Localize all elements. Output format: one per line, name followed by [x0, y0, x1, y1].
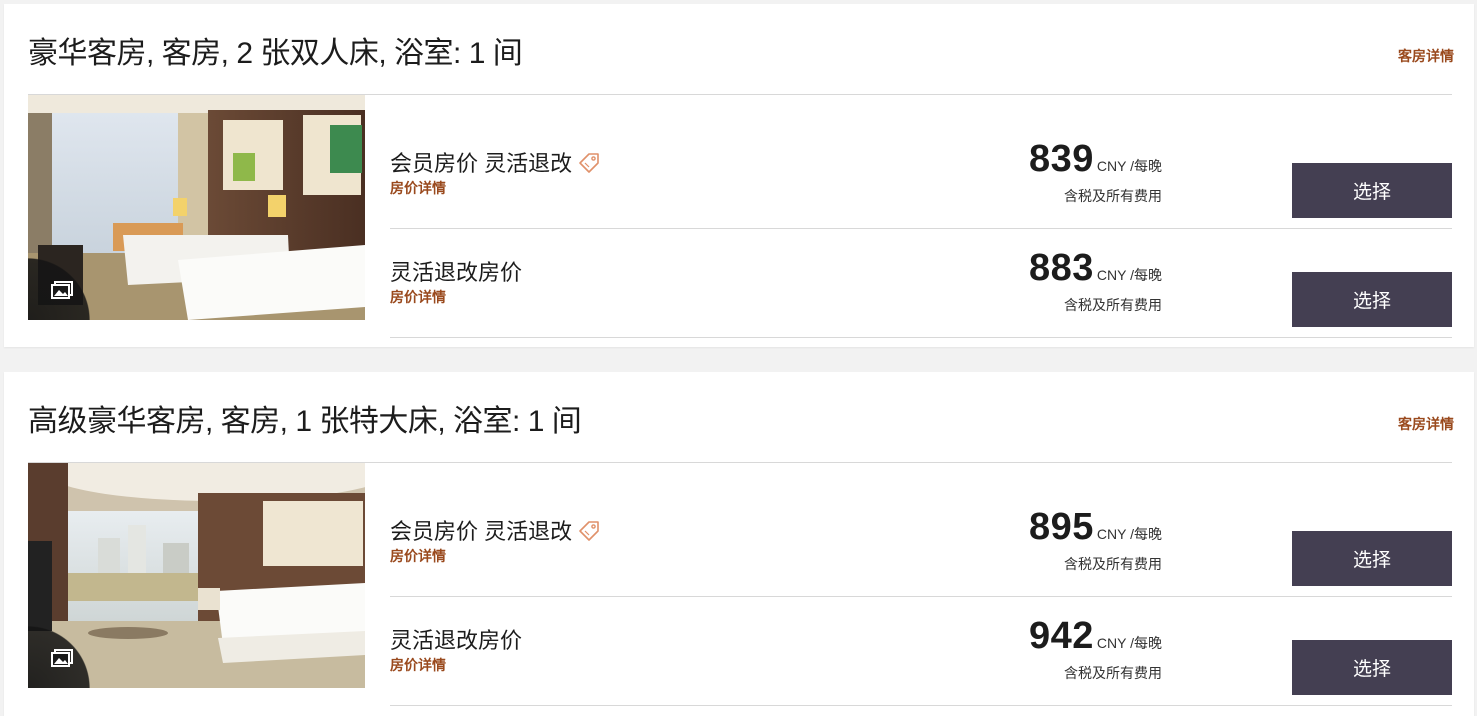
room-title: 高级豪华客房, 客房, 1 张特大床, 浴室: 1 间 [28, 405, 582, 438]
price-amount: 942 [1029, 615, 1094, 657]
rate-details-link[interactable]: 房价详情 [390, 287, 446, 307]
rate-details-link[interactable]: 房价详情 [390, 546, 446, 566]
price-note: 含税及所有费用 [1064, 188, 1162, 204]
price-unit: CNY /每晚 [1096, 635, 1162, 651]
price-tag-icon [577, 151, 601, 175]
rate-details-link[interactable]: 房价详情 [390, 655, 446, 675]
price-block: 942 CNY /每晚 含税及所有费用 [1029, 615, 1162, 683]
gallery-icon [51, 649, 73, 667]
price-amount: 839 [1029, 138, 1094, 180]
price-unit: CNY /每晚 [1096, 526, 1162, 542]
gallery-icon [51, 281, 73, 299]
gallery-badge[interactable] [28, 616, 100, 688]
price-unit: CNY /每晚 [1096, 267, 1162, 283]
rate-name: 灵活退改房价 [390, 260, 523, 285]
room-card: 豪华客房, 客房, 2 张双人床, 浴室: 1 间 客房详情 会员房价 灵活退改… [4, 4, 1474, 347]
rate-name: 灵活退改房价 [390, 628, 523, 653]
rate-details-link[interactable]: 房价详情 [390, 178, 446, 198]
price-tag-icon [577, 519, 601, 543]
select-button[interactable]: 选择 [1292, 272, 1452, 327]
rate-name: 会员房价 灵活退改 [390, 151, 573, 176]
price-amount: 895 [1029, 506, 1094, 548]
price-amount: 883 [1029, 247, 1094, 289]
price-block: 839 CNY /每晚 含税及所有费用 [1029, 138, 1162, 206]
room-details-link[interactable]: 客房详情 [1398, 414, 1454, 434]
price-note: 含税及所有费用 [1064, 556, 1162, 572]
select-button[interactable]: 选择 [1292, 640, 1452, 695]
room-title: 豪华客房, 客房, 2 张双人床, 浴室: 1 间 [28, 37, 523, 70]
room-details-link[interactable]: 客房详情 [1398, 46, 1454, 66]
price-note: 含税及所有费用 [1064, 665, 1162, 681]
select-button[interactable]: 选择 [1292, 163, 1452, 218]
room-card: 高级豪华客房, 客房, 1 张特大床, 浴室: 1 间 客房详情 会员房价 灵活… [4, 372, 1474, 716]
room-photo[interactable] [28, 463, 365, 688]
rate-row: 会员房价 灵活退改 房价详情 895 CNY /每晚 含税及所有费用 选择 [390, 488, 1452, 597]
price-block: 895 CNY /每晚 含税及所有费用 [1029, 506, 1162, 574]
select-button[interactable]: 选择 [1292, 531, 1452, 586]
rate-row: 会员房价 灵活退改 房价详情 839 CNY /每晚 含税及所有费用 选择 [390, 120, 1452, 229]
rate-row: 灵活退改房价 房价详情 942 CNY /每晚 含税及所有费用 选择 [390, 597, 1452, 706]
gallery-badge[interactable] [28, 248, 100, 320]
price-unit: CNY /每晚 [1096, 158, 1162, 174]
price-note: 含税及所有费用 [1064, 297, 1162, 313]
price-block: 883 CNY /每晚 含税及所有费用 [1029, 247, 1162, 315]
room-photo[interactable] [28, 95, 365, 320]
rate-name: 会员房价 灵活退改 [390, 519, 573, 544]
rate-row: 灵活退改房价 房价详情 883 CNY /每晚 含税及所有费用 选择 [390, 229, 1452, 338]
